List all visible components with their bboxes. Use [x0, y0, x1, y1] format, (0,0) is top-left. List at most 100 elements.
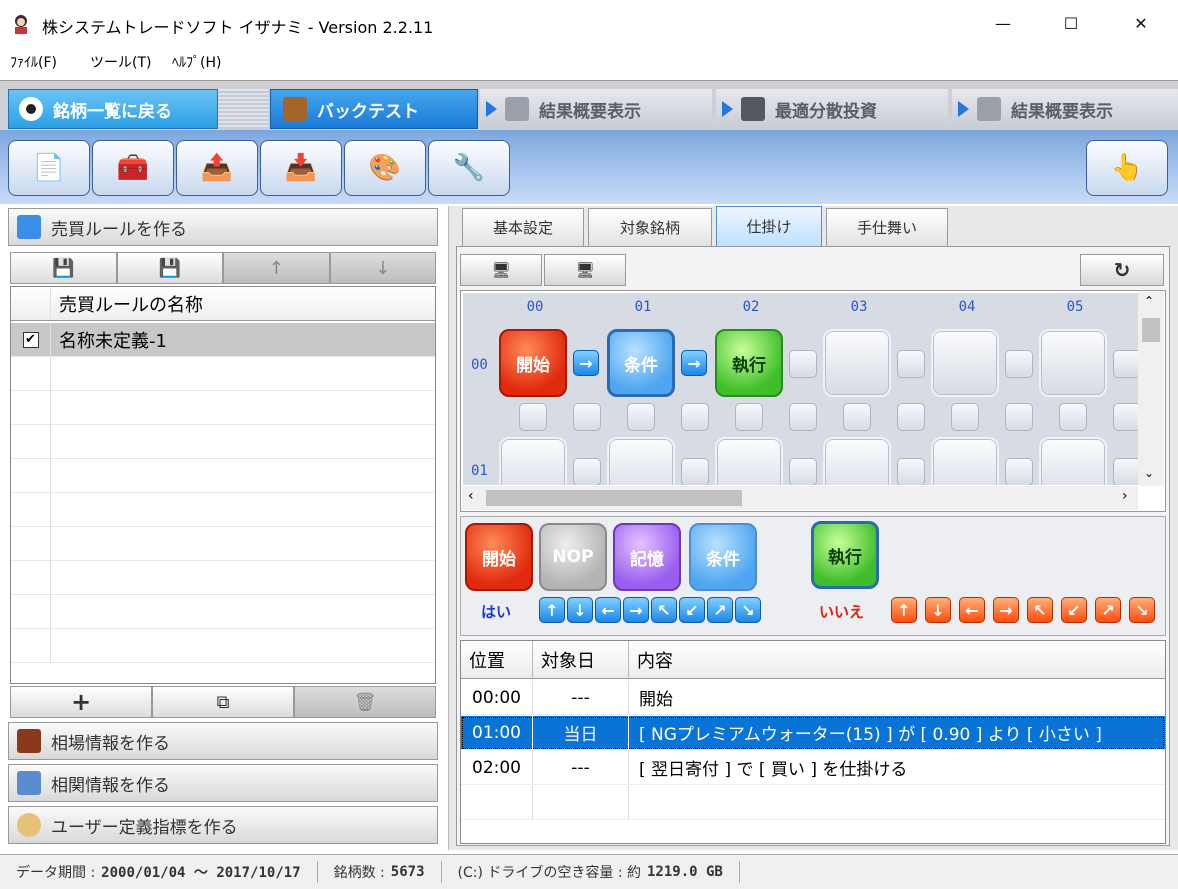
- grid-connector[interactable]: [1113, 403, 1139, 431]
- back-to-list-tab[interactable]: 銘柄一覧に戻る: [8, 89, 218, 129]
- palette-nop[interactable]: NOP: [539, 523, 607, 591]
- vertical-scrollbar[interactable]: ⌃ ⌄: [1138, 292, 1164, 486]
- make-rules-header[interactable]: 売買ルールを作る: [8, 208, 438, 246]
- grid-connector[interactable]: [681, 403, 709, 431]
- grid-connector[interactable]: [1005, 458, 1033, 485]
- yes-arrow-left-icon[interactable]: ←: [595, 597, 621, 623]
- grid-connector[interactable]: [519, 403, 547, 431]
- grid-connector[interactable]: [627, 403, 655, 431]
- new-button[interactable]: 📄: [8, 140, 90, 196]
- grid-connector[interactable]: [897, 403, 925, 431]
- chevron-left-icon[interactable]: ‹: [468, 488, 474, 504]
- position-header[interactable]: 位置: [461, 641, 533, 679]
- grid-connector[interactable]: [1005, 350, 1033, 378]
- refresh-button[interactable]: ↻: [1080, 254, 1164, 286]
- chevron-down-icon[interactable]: ⌄: [1144, 466, 1154, 480]
- yes-arrow-up-left-icon[interactable]: ↖: [651, 597, 677, 623]
- grid-connector[interactable]: [735, 403, 763, 431]
- table-row[interactable]: 00:00 --- 開始: [461, 681, 1165, 715]
- grid-connector[interactable]: [1005, 403, 1033, 431]
- table-row[interactable]: 01:00 当日 [ NGプレミアムウォーター(15) ] が [ 0.90 ]…: [461, 716, 1165, 750]
- grid-cell[interactable]: [931, 437, 999, 485]
- no-arrow-down-right-icon[interactable]: ↘: [1129, 597, 1155, 623]
- tab-basic-settings[interactable]: 基本設定: [462, 208, 584, 246]
- run-button[interactable]: 👆: [1086, 140, 1168, 196]
- grid-connector[interactable]: [843, 403, 871, 431]
- rule-checkbox[interactable]: ✔: [11, 323, 51, 356]
- yes-arrow-down-left-icon[interactable]: ↙: [679, 597, 705, 623]
- yes-arrow-down-icon[interactable]: ↓: [567, 597, 593, 623]
- summary-tab-2[interactable]: 結果概要表示: [952, 89, 1178, 129]
- grid-cell[interactable]: [607, 437, 675, 485]
- optimal-tab[interactable]: 最適分散投資: [716, 89, 948, 129]
- chevron-up-icon[interactable]: ⌃: [1144, 294, 1154, 308]
- menu-help[interactable]: ﾍﾙﾌﾟ(H): [172, 52, 221, 72]
- grid-connector[interactable]: [897, 350, 925, 378]
- arrow-right-icon[interactable]: →: [681, 350, 707, 376]
- palette-execute[interactable]: 執行: [811, 521, 879, 589]
- grid-cell[interactable]: [1039, 437, 1107, 485]
- save-button[interactable]: 💾: [10, 252, 117, 284]
- no-arrow-down-icon[interactable]: ↓: [925, 597, 951, 623]
- tab-exit[interactable]: 手仕舞い: [826, 208, 948, 246]
- export-button[interactable]: 📤: [176, 140, 258, 196]
- no-arrow-right-icon[interactable]: →: [993, 597, 1019, 623]
- grid-connector[interactable]: [789, 403, 817, 431]
- palette-condition[interactable]: 条件: [689, 523, 757, 591]
- content-header[interactable]: 内容: [629, 641, 1165, 679]
- scroll-thumb[interactable]: [486, 490, 742, 506]
- horizontal-scrollbar[interactable]: ‹ ›: [462, 486, 1138, 510]
- yes-arrow-right-icon[interactable]: →: [623, 597, 649, 623]
- user-indicator-header[interactable]: ユーザー定義指標を作る: [8, 806, 438, 844]
- move-down-button[interactable]: ↓: [329, 252, 436, 284]
- add-rule-button[interactable]: +: [10, 686, 152, 718]
- target-day-header[interactable]: 対象日: [533, 641, 629, 679]
- node-condition[interactable]: 条件: [607, 329, 675, 397]
- node-start[interactable]: 開始: [499, 329, 567, 397]
- palette-button[interactable]: 🎨: [344, 140, 426, 196]
- scroll-thumb[interactable]: [1142, 318, 1160, 342]
- rule-row[interactable]: ✔ 名称未定義-1: [11, 323, 435, 357]
- move-up-button[interactable]: ↑: [223, 252, 330, 284]
- tab-target-stocks[interactable]: 対象銘柄: [588, 208, 712, 246]
- grid-cell[interactable]: [715, 437, 783, 485]
- minimize-button[interactable]: —: [980, 0, 1026, 46]
- grid-connector[interactable]: [1113, 350, 1139, 378]
- copy-rule-button[interactable]: ⧉: [152, 686, 294, 718]
- grid-connector[interactable]: [1113, 458, 1139, 485]
- yes-arrow-up-icon[interactable]: ↑: [539, 597, 565, 623]
- palette-start[interactable]: 開始: [465, 523, 533, 591]
- arrow-right-icon[interactable]: →: [573, 350, 599, 376]
- palette-memory[interactable]: 記憶: [613, 523, 681, 591]
- no-arrow-up-icon[interactable]: ↑: [891, 597, 917, 623]
- delete-rule-button[interactable]: 🗑: [294, 686, 436, 718]
- maximize-button[interactable]: ☐: [1048, 0, 1094, 46]
- grid-connector[interactable]: [573, 458, 601, 485]
- grid-connector[interactable]: [681, 458, 709, 485]
- grid-connector[interactable]: [573, 403, 601, 431]
- no-arrow-up-right-icon[interactable]: ↗: [1095, 597, 1121, 623]
- grid-connector[interactable]: [789, 458, 817, 485]
- grid-cell[interactable]: [931, 329, 999, 397]
- yes-arrow-down-right-icon[interactable]: ↘: [735, 597, 761, 623]
- no-arrow-left-icon[interactable]: ←: [959, 597, 985, 623]
- grid-connector[interactable]: [951, 403, 979, 431]
- grid-cell[interactable]: [823, 329, 891, 397]
- summary-tab-1[interactable]: 結果概要表示: [480, 89, 712, 129]
- import-rule-button[interactable]: 🖥: [544, 254, 626, 286]
- table-row[interactable]: 02:00 --- [ 翌日寄付 ] で [ 買い ] を仕掛ける: [461, 751, 1165, 785]
- node-execute[interactable]: 執行: [715, 329, 783, 397]
- grid-connector[interactable]: [789, 350, 817, 378]
- open-button[interactable]: 🧰: [92, 140, 174, 196]
- close-button[interactable]: ✕: [1118, 0, 1164, 46]
- grid-cell[interactable]: [823, 437, 891, 485]
- grid-connector[interactable]: [1059, 403, 1087, 431]
- chevron-right-icon[interactable]: ›: [1122, 488, 1128, 504]
- correlation-header[interactable]: 相関情報を作る: [8, 764, 438, 802]
- backtest-tab[interactable]: バックテスト: [270, 89, 478, 129]
- no-arrow-down-left-icon[interactable]: ↙: [1061, 597, 1087, 623]
- market-info-header[interactable]: 相場情報を作る: [8, 722, 438, 760]
- grid-cell[interactable]: [1039, 329, 1107, 397]
- tab-entry[interactable]: 仕掛け: [716, 206, 822, 246]
- import-button[interactable]: 📥: [260, 140, 342, 196]
